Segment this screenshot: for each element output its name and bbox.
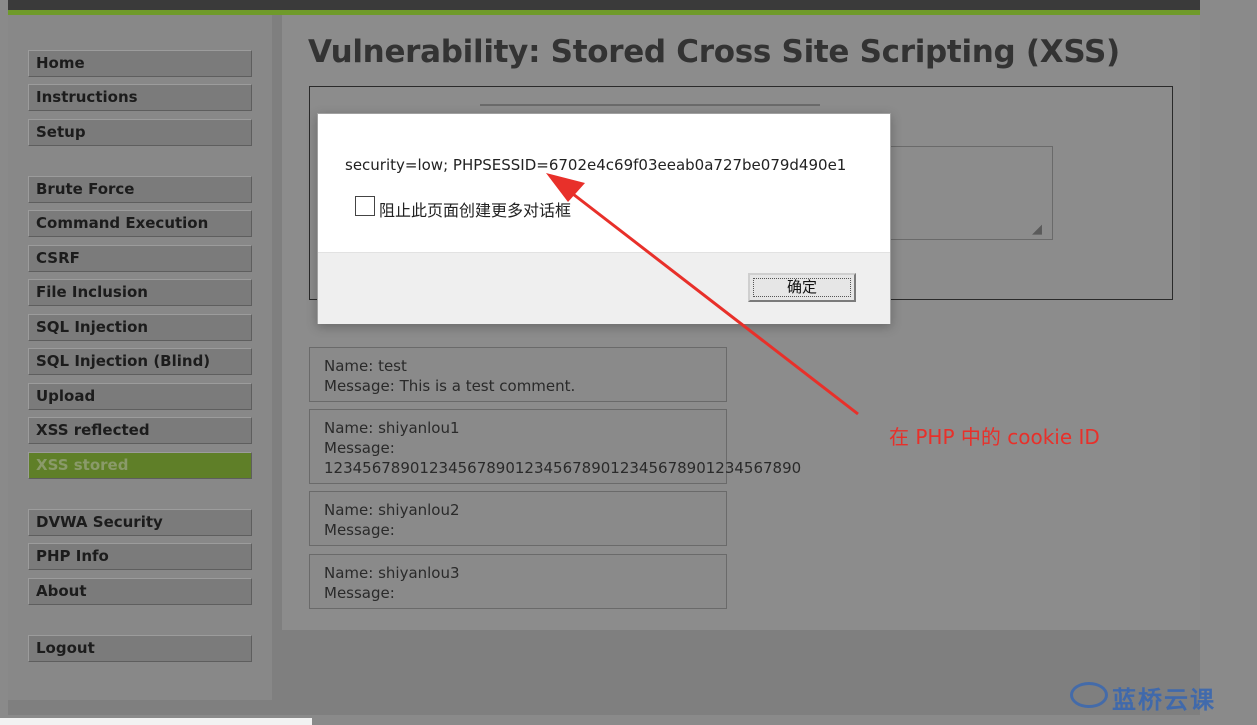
annotation-arrow xyxy=(546,173,859,416)
bottom-strip xyxy=(0,718,312,725)
watermark-logo: 蓝桥云课 xyxy=(1070,678,1250,714)
cloud-logo-icon xyxy=(1070,682,1108,708)
annotation-arrow-line xyxy=(559,182,859,416)
watermark-text: 蓝桥云课 xyxy=(1112,686,1216,714)
annotation-label: 在 PHP 中的 cookie ID xyxy=(889,425,1100,449)
